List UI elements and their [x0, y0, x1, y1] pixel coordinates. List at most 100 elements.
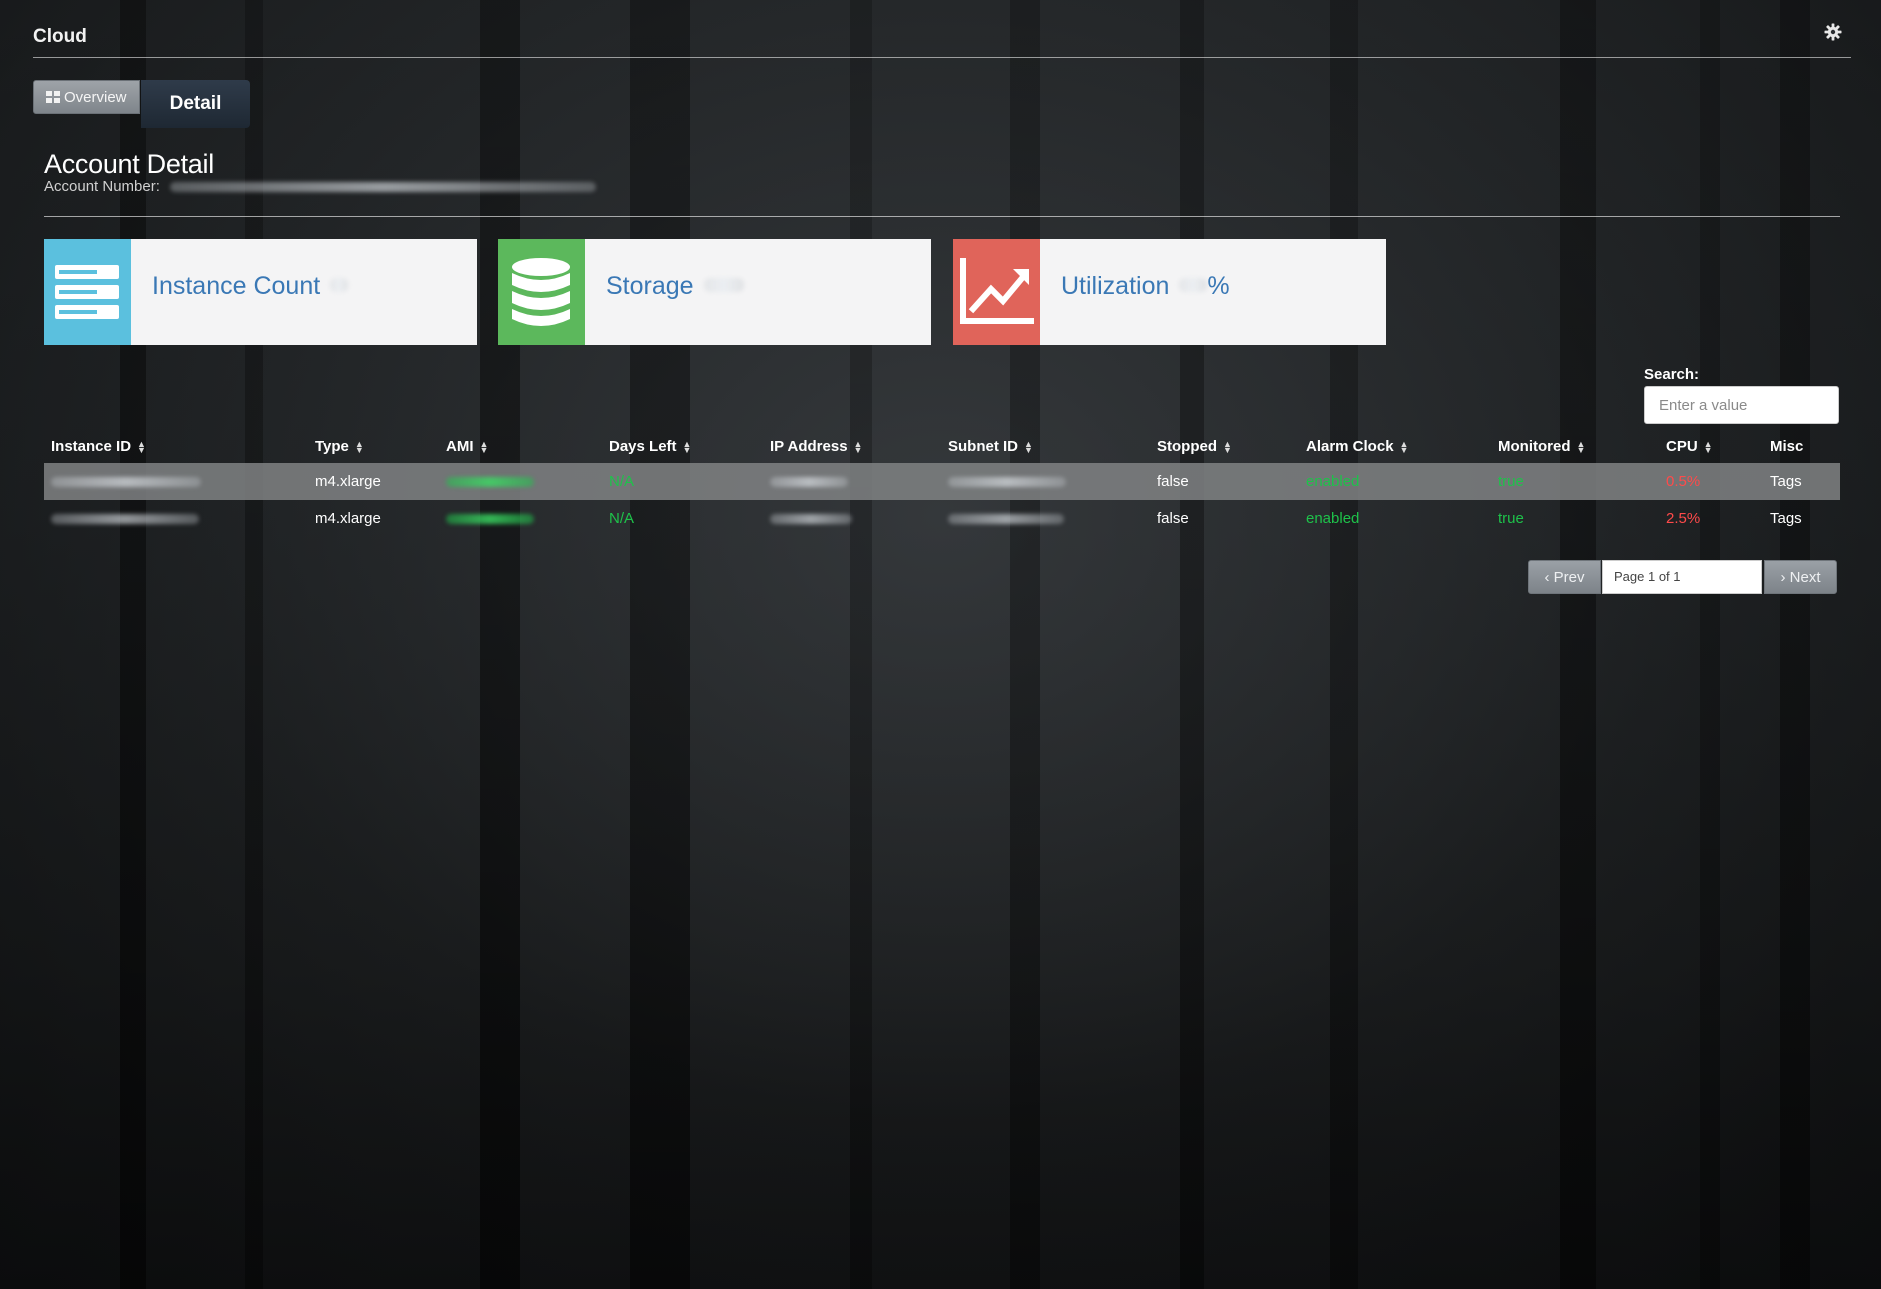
sort-icon: ▲ ▼ — [479, 438, 489, 455]
instance-count-text: Instance Count — [152, 272, 321, 300]
column-header-stopped[interactable]: Stopped ▲ ▼ — [1150, 429, 1299, 463]
sort-icon: ▲ ▼ — [1576, 438, 1586, 455]
sort-icon: ▲ ▼ — [137, 438, 146, 455]
storage-card: Storage — [498, 239, 931, 345]
subnet-id-redacted — [948, 514, 1064, 525]
sort-icon: ▲ ▼ — [1399, 438, 1409, 455]
column-header-subnet-id[interactable]: Subnet ID ▲ ▼ — [941, 429, 1150, 463]
tags-link[interactable]: Tags — [1763, 463, 1840, 500]
alarm-clock-cell: enabled — [1299, 463, 1491, 500]
database-icon-box — [498, 239, 585, 345]
ami-cell — [439, 463, 602, 500]
instance-id-cell — [44, 463, 308, 500]
tab-overview[interactable]: Overview — [33, 80, 140, 114]
subnet-id-cell — [941, 463, 1150, 500]
cpu-cell: 2.5% — [1666, 510, 1701, 527]
account-number-redacted — [170, 182, 597, 193]
account-number-label: Account Number: — [44, 178, 160, 195]
table-row[interactable]: m4.xlarge N/A false enabled true 2.5% Ta… — [44, 500, 1840, 537]
column-header-cpu[interactable]: CPU ▲ ▼ — [1659, 429, 1763, 463]
chevron-right-icon: › — [1780, 569, 1790, 586]
sort-icon: ▲ ▼ — [853, 438, 863, 455]
prev-button[interactable]: ‹ Prev — [1528, 560, 1601, 594]
storage-text: Storage — [606, 272, 694, 300]
next-button[interactable]: › Next — [1764, 560, 1837, 594]
search-label: Search: — [1644, 366, 1700, 383]
stopped-cell: false — [1150, 463, 1299, 500]
server-icon-box — [44, 239, 131, 345]
instance-count-card: Instance Count — [44, 239, 477, 345]
instance-id-cell — [44, 500, 308, 537]
column-header-misc: Misc — [1763, 429, 1840, 463]
ip-address-redacted — [770, 477, 848, 488]
tab-overview-label: Overview — [64, 89, 127, 106]
search-input[interactable] — [1644, 386, 1839, 424]
page-indicator: Page 1 of 1 — [1602, 560, 1762, 594]
column-header-ami[interactable]: AMI ▲ ▼ — [439, 429, 602, 463]
column-label: Stopped — [1157, 437, 1217, 455]
app-brand: Cloud — [33, 26, 87, 47]
instance-count-value-redacted — [330, 278, 349, 292]
column-label: CPU — [1666, 437, 1698, 455]
column-label: IP Address — [770, 437, 848, 455]
instance-id-redacted — [51, 477, 201, 488]
column-label: Days Left — [609, 437, 677, 455]
column-label: Type — [315, 437, 349, 455]
account-number: Account Number: — [44, 178, 597, 195]
column-header-instance-id[interactable]: Instance ID ▲ ▼ — [44, 429, 308, 463]
line-chart-icon — [960, 258, 1034, 324]
monitored-cell: true — [1491, 463, 1659, 500]
ami-redacted — [446, 477, 534, 488]
column-header-days-left[interactable]: Days Left ▲ ▼ — [602, 429, 763, 463]
column-label: Alarm Clock — [1306, 437, 1394, 455]
ami-redacted — [446, 514, 534, 525]
sort-icon: ▲ ▼ — [1703, 438, 1713, 455]
utilization-value-redacted — [1179, 278, 1208, 292]
tab-detail[interactable]: Detail — [141, 80, 250, 128]
column-label: Subnet ID — [948, 437, 1018, 455]
column-header-monitored[interactable]: Monitored ▲ ▼ — [1491, 429, 1659, 463]
chart-icon-box — [953, 239, 1040, 345]
gear-icon[interactable] — [1823, 22, 1843, 42]
utilization-percent-sign: % — [1207, 272, 1230, 300]
column-label: Misc — [1770, 437, 1804, 455]
column-label: Instance ID — [51, 437, 132, 455]
sort-icon: ▲ ▼ — [1024, 438, 1033, 455]
ip-address-cell — [763, 463, 941, 500]
ip-address-cell — [763, 500, 941, 537]
days-left-cell: N/A — [609, 510, 635, 527]
cpu-cell: 0.5% — [1659, 463, 1763, 500]
database-icon — [512, 258, 570, 326]
column-header-alarm-clock[interactable]: Alarm Clock ▲ ▼ — [1299, 429, 1491, 463]
ip-address-redacted — [770, 514, 852, 525]
sort-icon: ▲ ▼ — [682, 438, 692, 455]
instance-count-label: Instance Count — [152, 272, 349, 301]
utilization-card: Utilization% — [953, 239, 1386, 345]
column-label: AMI — [446, 437, 474, 455]
sort-icon: ▲ ▼ — [354, 438, 364, 455]
storage-value-redacted — [703, 278, 744, 292]
column-header-type[interactable]: Type ▲ ▼ — [308, 429, 439, 463]
subnet-id-redacted — [948, 477, 1066, 488]
instance-id-redacted — [51, 514, 199, 525]
tags-link[interactable]: Tags — [1763, 500, 1840, 537]
server-icon — [55, 265, 119, 319]
table-row[interactable]: m4.xlarge N/A false enabled true 0.5% Ta… — [44, 463, 1840, 500]
page-title: Account Detail — [44, 149, 214, 179]
type-cell: m4.xlarge — [308, 463, 439, 500]
prev-label: Prev — [1553, 569, 1585, 586]
utilization-text: Utilization — [1061, 272, 1170, 300]
chevron-left-icon: ‹ — [1544, 569, 1554, 586]
monitored-cell: true — [1498, 510, 1524, 527]
column-label: Monitored — [1498, 437, 1571, 455]
utilization-label: Utilization% — [1061, 272, 1230, 301]
column-header-ip-address[interactable]: IP Address ▲ ▼ — [763, 429, 941, 463]
days-left-cell: N/A — [602, 463, 763, 500]
ami-cell — [439, 500, 602, 537]
type-cell: m4.xlarge — [315, 510, 381, 527]
table-header-row: Instance ID ▲ ▼ Type ▲ ▼ AMI ▲ ▼ Days Left ▲ ▼ I… — [44, 429, 1840, 463]
storage-label: Storage — [606, 272, 744, 301]
grid-icon — [46, 91, 60, 103]
subnet-id-cell — [941, 500, 1150, 537]
sort-icon: ▲ ▼ — [1223, 438, 1232, 455]
